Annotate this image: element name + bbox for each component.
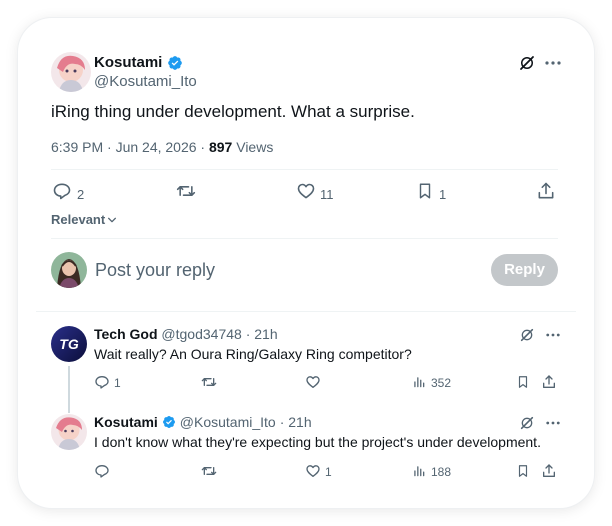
reply-time[interactable]: · 21h — [280, 414, 312, 430]
reply-text: I don't know what they're expecting but … — [94, 434, 541, 450]
reply-header: Tech God @tgod34748 · 21h — [94, 326, 278, 342]
reply-author-name[interactable]: Tech God — [94, 326, 158, 342]
grok-icon[interactable] — [516, 324, 538, 346]
grok-icon[interactable] — [516, 52, 538, 74]
views-label: Views — [232, 139, 274, 155]
reply-avatar[interactable]: TG — [51, 326, 87, 362]
tweet-card: Kosutami @Kosutami_Ito iRing thing under… — [18, 18, 594, 508]
bookmark-icon[interactable] — [414, 180, 436, 202]
verified-badge-icon — [162, 415, 176, 429]
views-icon[interactable] — [410, 373, 428, 391]
verified-badge-icon — [167, 55, 183, 71]
reply-button[interactable]: Reply — [491, 254, 558, 286]
bookmark-icon[interactable] — [514, 373, 532, 391]
views-count: 897 — [208, 139, 233, 155]
post-time[interactable]: 6:39 PM · Jun 24, 2026 · — [51, 139, 209, 155]
reply-author-name[interactable]: Kosutami — [94, 414, 158, 430]
reply-icon[interactable] — [93, 462, 111, 480]
author-handle[interactable]: @Kosutami_Ito — [94, 73, 197, 90]
reply-avatar[interactable] — [51, 414, 87, 450]
more-icon[interactable] — [542, 412, 564, 434]
divider — [51, 238, 558, 239]
reply-time[interactable]: · 21h — [246, 326, 278, 342]
like-icon[interactable] — [304, 462, 322, 480]
avatar-monogram: TG — [59, 336, 79, 352]
more-icon[interactable] — [542, 324, 564, 346]
sort-dropdown[interactable]: Relevant — [51, 212, 117, 227]
views-count: 352 — [431, 376, 452, 390]
like-icon[interactable] — [304, 373, 322, 391]
bookmark-count: 1 — [439, 187, 447, 202]
reply-header: Kosutami @Kosutami_Ito · 21h — [94, 414, 312, 430]
chevron-down-icon — [107, 215, 117, 225]
reply-count: 2 — [77, 187, 85, 202]
like-count: 1 — [325, 465, 332, 479]
current-user-avatar[interactable] — [51, 252, 87, 288]
author-name[interactable]: Kosutami — [94, 54, 162, 71]
repost-icon[interactable] — [200, 462, 218, 480]
author-name-row[interactable]: Kosutami — [94, 54, 183, 71]
views-icon[interactable] — [410, 462, 428, 480]
reply-author-handle[interactable]: @Kosutami_Ito — [180, 414, 276, 430]
bookmark-icon[interactable] — [514, 462, 532, 480]
reply-count: 1 — [114, 376, 121, 390]
reply-author-handle[interactable]: @tgod34748 — [161, 326, 241, 342]
post-text: iRing thing under development. What a su… — [51, 102, 415, 121]
author-avatar[interactable] — [51, 52, 91, 92]
more-icon[interactable] — [542, 52, 564, 74]
post-meta: 6:39 PM · Jun 24, 2026 · 897 Views — [51, 139, 273, 155]
reply-input[interactable]: Post your reply — [95, 260, 215, 281]
like-icon[interactable] — [295, 180, 317, 202]
reply-icon[interactable] — [51, 180, 73, 202]
repost-icon[interactable] — [200, 373, 218, 391]
share-icon[interactable] — [535, 180, 557, 202]
grok-icon[interactable] — [516, 412, 538, 434]
share-icon[interactable] — [540, 373, 558, 391]
share-icon[interactable] — [540, 462, 558, 480]
reply-icon[interactable] — [93, 373, 111, 391]
like-count: 11 — [320, 187, 334, 202]
reply-text: Wait really? An Oura Ring/Galaxy Ring co… — [94, 346, 412, 362]
divider — [36, 311, 576, 312]
divider — [51, 169, 558, 170]
thread-line — [68, 366, 70, 413]
repost-icon[interactable] — [175, 180, 197, 202]
sort-label: Relevant — [51, 212, 106, 227]
views-count: 188 — [431, 465, 452, 479]
